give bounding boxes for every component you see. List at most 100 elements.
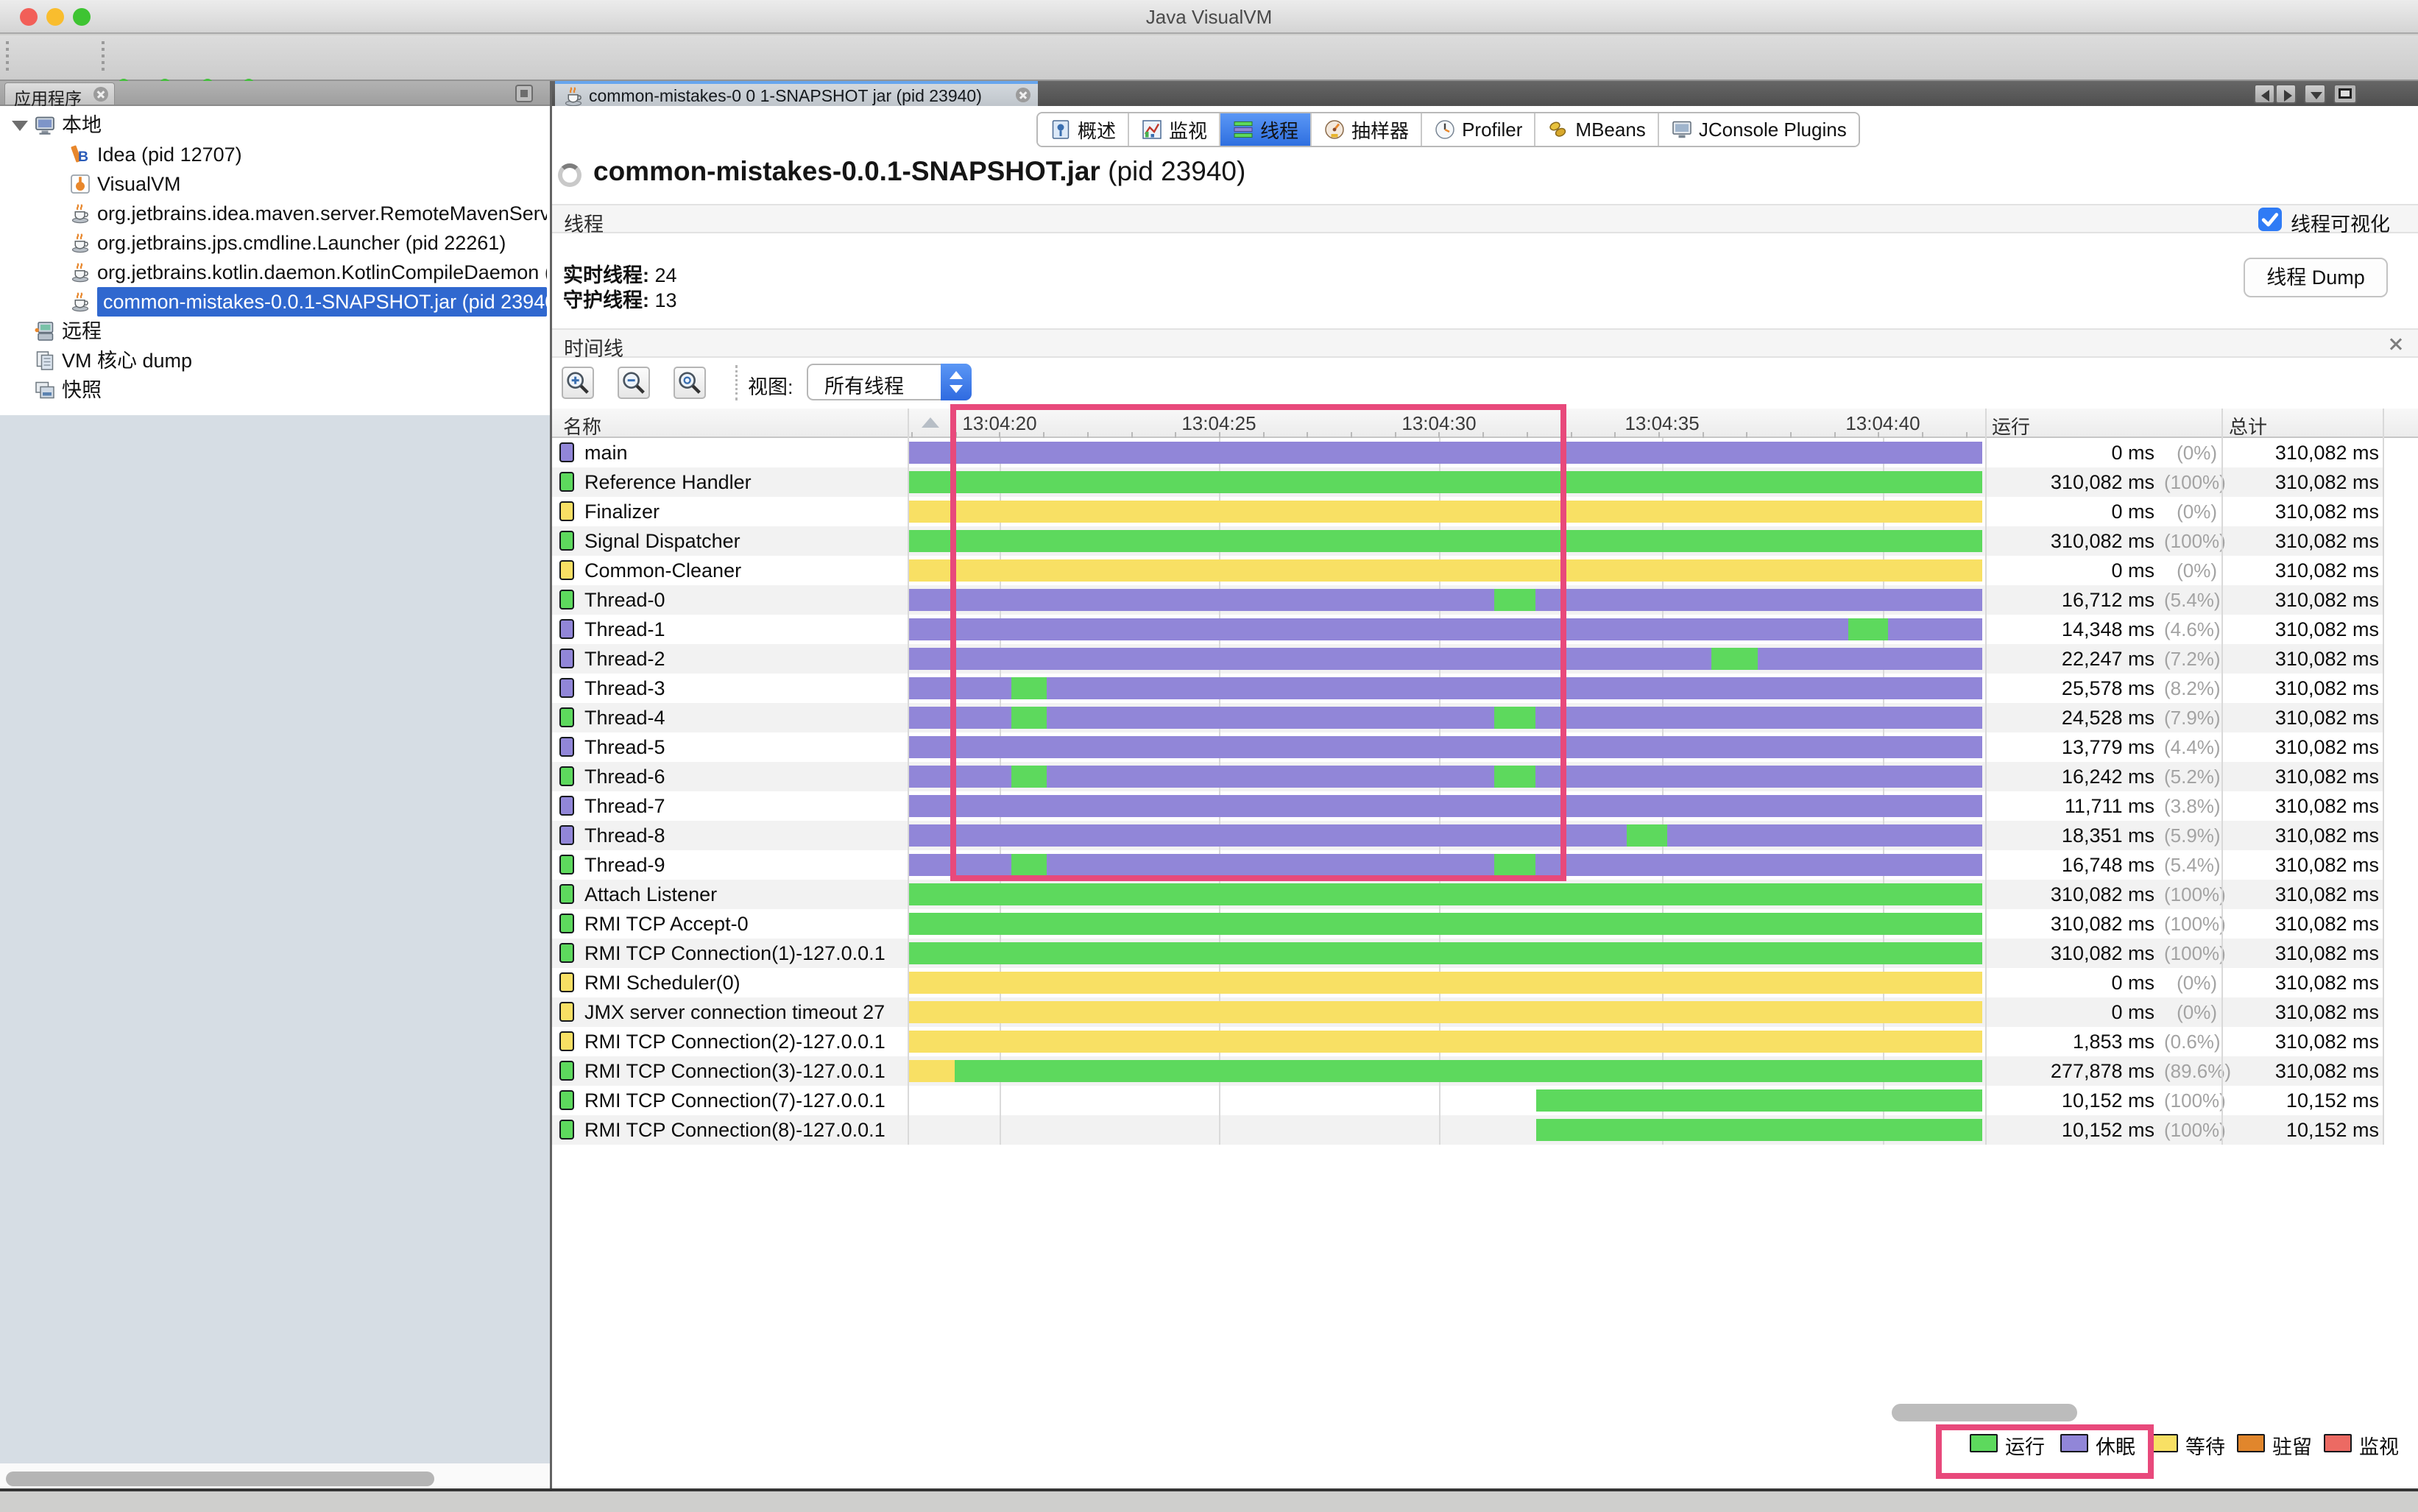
- window-title: Java VisualVM: [0, 6, 2418, 29]
- fit-zoom-button[interactable]: [674, 367, 706, 399]
- column-header-total[interactable]: 总计: [2229, 412, 2267, 439]
- legend-annotation-rectangle: [1936, 1424, 2154, 1479]
- total-time-value: 10,152 ms: [2238, 1086, 2379, 1115]
- sidebar-item--[interactable]: 本地: [0, 110, 550, 140]
- thread-timeline: [908, 1056, 1982, 1086]
- sort-indicator-icon[interactable]: [922, 417, 939, 428]
- thread-timeline: [908, 939, 1982, 968]
- daemon-threads-line: 守护线程: 13: [563, 284, 677, 313]
- sidebar-item--[interactable]: 快照: [0, 375, 550, 405]
- total-time-value: 310,082 ms: [2238, 615, 2379, 644]
- table-row[interactable]: Attach Listener310,082 ms(100%)310,082 m…: [552, 880, 2383, 909]
- back-button[interactable]: [2254, 84, 2275, 104]
- tab-label: 抽样器: [1351, 116, 1409, 144]
- sidebar-item-vm-dump[interactable]: VM 核心 dump: [0, 346, 550, 375]
- total-time-value: 310,082 ms: [2238, 644, 2379, 674]
- timeline-gridline: [1439, 1086, 1440, 1115]
- sidebar-item--[interactable]: 远程: [0, 317, 550, 346]
- tree-item-label: 远程: [62, 317, 547, 346]
- running-percent-value: (89.6%): [2164, 1056, 2217, 1086]
- tab-mbeans[interactable]: MBeans: [1535, 113, 1658, 146]
- main-toolbar: JMX0101: [0, 35, 2418, 81]
- sidebar-item-org-jetbrains-jps-cmdline-launcher-pid-22261-[interactable]: org.jetbrains.jps.cmdline.Launcher (pid …: [0, 228, 550, 258]
- title-bar: Java VisualVM: [0, 0, 2418, 34]
- busy-spinner-icon: [558, 163, 581, 187]
- table-row[interactable]: RMI TCP Connection(1)-127.0.0.1310,082 m…: [552, 939, 2383, 968]
- tab-profiler[interactable]: Profiler: [1422, 113, 1535, 146]
- running-percent-value: (8.2%): [2164, 674, 2217, 703]
- forward-button[interactable]: [2275, 84, 2297, 104]
- thread-state-icon: [559, 590, 574, 610]
- threads-icon: [1232, 119, 1254, 141]
- minimize-panel-icon[interactable]: [515, 85, 533, 102]
- expand-arrow-icon[interactable]: [12, 121, 28, 131]
- time-minor-tick: [1922, 432, 1923, 438]
- running-time-value: 22,247 ms: [1991, 644, 2154, 674]
- sidebar-item-org-jetbrains-kotlin-daemon-kotlincompiledaemon-p[interactable]: org.jetbrains.kotlin.daemon.KotlinCompil…: [0, 258, 550, 287]
- tab-applications[interactable]: 应用程序: [4, 82, 115, 105]
- column-header-running[interactable]: 运行: [1992, 412, 2030, 439]
- table-row[interactable]: RMI TCP Connection(7)-127.0.0.1 10,152 ms…: [552, 1086, 2383, 1115]
- running-percent-value: (5.4%): [2164, 850, 2217, 880]
- sidebar-item-idea-pid-12707-[interactable]: BIdea (pid 12707): [0, 140, 550, 169]
- thread-name: RMI TCP Connection(7)-127.0.0.1: [584, 1086, 901, 1115]
- close-icon[interactable]: [1016, 88, 1031, 102]
- thread-view-select[interactable]: 所有线程: [807, 364, 972, 400]
- total-time-value: 310,082 ms: [2238, 1056, 2379, 1086]
- thread-state-icon: [559, 855, 574, 875]
- running-time-value: 25,578 ms: [1991, 674, 2154, 703]
- timeline-scrollbar-thumb[interactable]: [1892, 1404, 2077, 1421]
- sidebar-scrollbar-thumb[interactable]: [6, 1472, 434, 1486]
- legend-label-monitor: 监视: [2359, 1431, 2399, 1460]
- running-time-value: 16,748 ms: [1991, 850, 2154, 880]
- tab-label: 概述: [1078, 116, 1116, 144]
- total-time-value: 310,082 ms: [2238, 909, 2379, 939]
- total-time-value: 310,082 ms: [2238, 526, 2379, 556]
- tab-抽样器[interactable]: 抽样器: [1312, 113, 1422, 146]
- sidebar-empty-area: [0, 415, 550, 1463]
- maximize-view-button[interactable]: [2333, 84, 2357, 104]
- running-percent-value: (4.6%): [2164, 615, 2217, 644]
- sidebar-item-common-mistakes-0-0-1-snapshot-jar-pid-23940-[interactable]: common-mistakes-0.0.1-SNAPSHOT.jar (pid …: [0, 287, 550, 317]
- thread-visualization-checkbox[interactable]: [2258, 208, 2282, 231]
- threads-section-header: 线程 线程可视化: [552, 204, 2418, 233]
- view-label: 视图:: [748, 371, 793, 400]
- table-row[interactable]: RMI TCP Connection(3)-127.0.0.1277,878 m…: [552, 1056, 2383, 1086]
- sidebar-item-org-jetbrains-idea-maven-server-remotemavenserver-[interactable]: org.jetbrains.idea.maven.server.RemoteMa…: [0, 199, 550, 228]
- table-row[interactable]: RMI TCP Connection(2)-127.0.0.11,853 ms(…: [552, 1027, 2383, 1056]
- running-percent-value: (100%): [2164, 1115, 2217, 1145]
- live-threads-value: 24: [655, 264, 677, 286]
- table-row[interactable]: RMI TCP Accept-0310,082 ms(100%)310,082 …: [552, 909, 2383, 939]
- tab-线程[interactable]: 线程: [1220, 113, 1312, 146]
- table-row[interactable]: RMI Scheduler(0)0 ms(0%)310,082 ms: [552, 968, 2383, 997]
- thread-name: RMI TCP Accept-0: [584, 909, 901, 939]
- thread-name: RMI Scheduler(0): [584, 968, 901, 997]
- running-time-value: 0 ms: [1991, 556, 2154, 585]
- running-percent-value: (0%): [2164, 556, 2217, 585]
- thread-dump-button[interactable]: 线程 Dump: [2244, 258, 2388, 297]
- tab-概述[interactable]: 概述: [1038, 113, 1129, 146]
- zoom-out-button[interactable]: [618, 367, 650, 399]
- zoom-in-button[interactable]: [562, 367, 594, 399]
- java-app-icon: [69, 232, 91, 254]
- thread-state-icon: [559, 972, 574, 992]
- sidebar-item-visualvm[interactable]: VisualVM: [0, 169, 550, 199]
- close-icon[interactable]: [93, 87, 108, 102]
- column-header-name[interactable]: 名称: [563, 412, 601, 439]
- thread-view-select-value: 所有线程: [824, 370, 904, 399]
- close-timeline-icon[interactable]: [2386, 335, 2405, 354]
- thread-state-icon: [559, 796, 574, 816]
- page-title-pid: (pid 23940): [1100, 156, 1245, 186]
- tab-jconsole-plugins[interactable]: JConsole Plugins: [1659, 113, 1859, 146]
- thread-name: Thread-3: [584, 674, 901, 703]
- select-stepper-icon[interactable]: [941, 364, 972, 400]
- tab-监视[interactable]: 监视: [1129, 113, 1220, 146]
- thread-name: Thread-2: [584, 644, 901, 674]
- running-percent-value: (3.8%): [2164, 791, 2217, 821]
- table-row[interactable]: RMI TCP Connection(8)-127.0.0.110,152 ms…: [552, 1115, 2383, 1145]
- table-row[interactable]: JMX server connection timeout 270 ms(0%)…: [552, 997, 2383, 1027]
- column-separator: [2221, 409, 2223, 1145]
- tab-document[interactable]: common-mistakes-0 0 1-SNAPSHOT jar (pid …: [555, 81, 1038, 106]
- tab-list-dropdown-button[interactable]: [2304, 84, 2326, 104]
- time-minor-tick: [1658, 432, 1660, 438]
